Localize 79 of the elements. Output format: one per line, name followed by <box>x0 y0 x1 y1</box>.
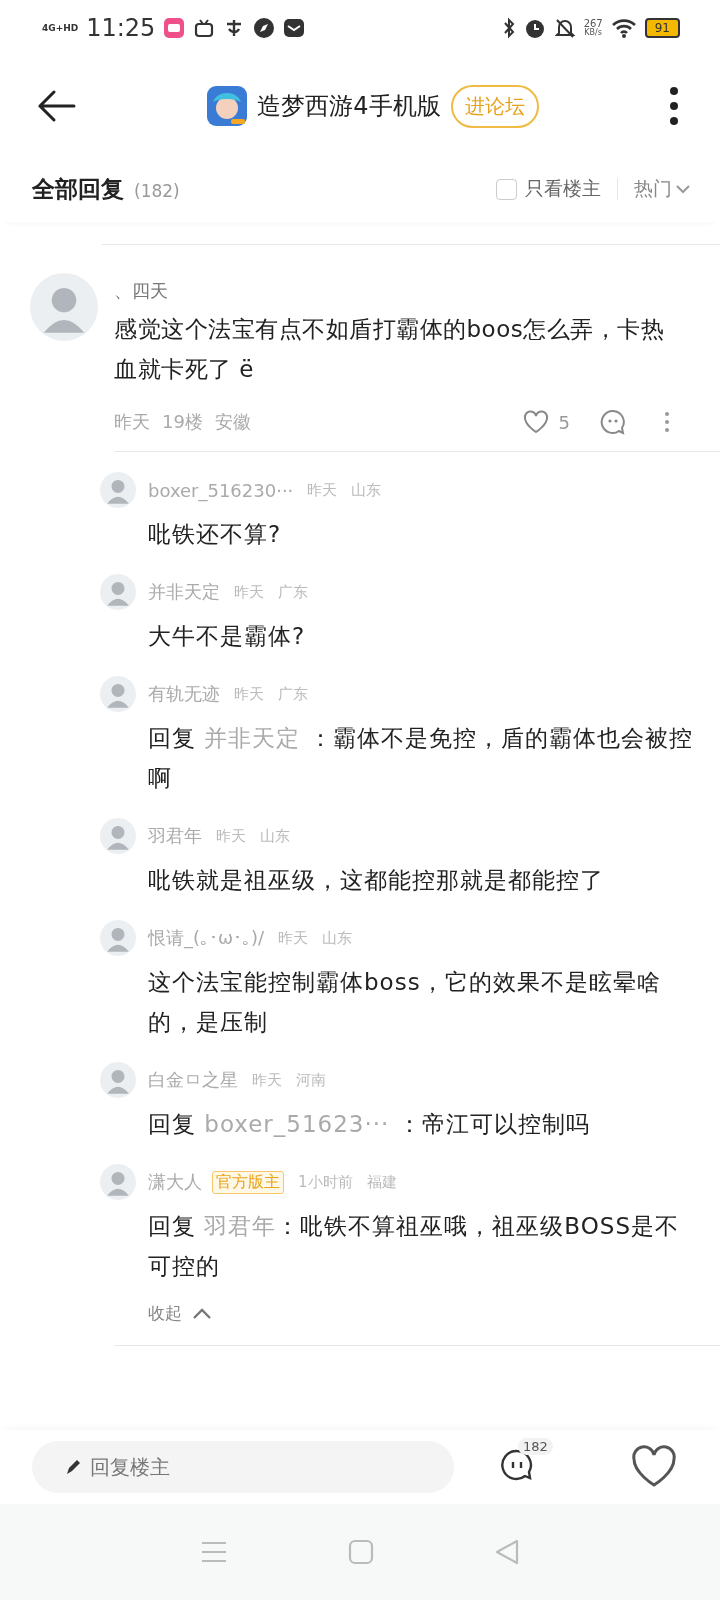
author-name[interactable]: 并非天定 <box>148 580 220 604</box>
author-name[interactable]: 、四天 <box>114 279 720 303</box>
avatar <box>100 1062 136 1098</box>
like-icon[interactable] <box>522 410 549 434</box>
menu-icon[interactable] <box>200 1540 228 1564</box>
floor-number: 19楼 <box>162 410 203 434</box>
location: 山东 <box>351 480 382 500</box>
avatar <box>100 920 136 956</box>
location: 广东 <box>278 684 308 704</box>
forum-title: 造梦西游4手机版 <box>257 91 441 122</box>
avatar <box>100 574 136 610</box>
reply-text: 吡铁就是祖巫级，这都能控那就是都能控了 <box>148 866 605 895</box>
avatar <box>100 1164 136 1200</box>
reply-time: 昨天 <box>278 928 309 948</box>
tv-icon <box>193 17 216 39</box>
alarm-icon <box>523 17 546 39</box>
comment-text: 感觉这个法宝有点不如盾打霸体的boos怎么弄，卡热血就卡死了 ë <box>114 315 666 384</box>
reply-text: 这个法宝能控制霸体boss，它的效果不是眩晕啥的，是压制 <box>148 968 662 1037</box>
avatar <box>100 818 136 854</box>
author-name[interactable]: 有轨无迹 <box>148 682 220 706</box>
author-name[interactable]: 羽君年 <box>148 824 202 848</box>
network-indicator: 4G+HD <box>42 22 79 34</box>
section-title: 全部回复 <box>32 174 124 204</box>
game-logo-icon <box>207 86 248 126</box>
post-time: 昨天 <box>114 410 150 434</box>
location: 河南 <box>296 1070 326 1090</box>
more-options-icon[interactable] <box>664 411 670 433</box>
status-time: 11:25 <box>86 14 156 42</box>
mentioned-user[interactable]: boxer_51623··· <box>204 1111 390 1137</box>
author-name[interactable]: 恨请_(｡･ω･｡)/ <box>148 926 265 950</box>
comment-count-badge: 182 <box>518 1438 553 1455</box>
location: 广东 <box>278 582 308 602</box>
reply-text: 回复 羽君年：吡铁不算祖巫哦，祖巫级BOSS是不可控的 <box>148 1212 680 1281</box>
more-icon[interactable] <box>668 86 680 126</box>
location: 安徽 <box>214 410 251 434</box>
pencil-icon <box>64 1458 80 1476</box>
checkbox[interactable] <box>496 178 517 200</box>
battery-level: 91 <box>644 18 680 38</box>
author-name[interactable]: 白金ㅁ之星 <box>148 1068 238 1092</box>
reply-input-field[interactable]: 回复楼主 <box>32 1441 454 1493</box>
author-name[interactable]: 潇大人 <box>148 1170 202 1194</box>
collapse-link[interactable]: 收起 <box>148 1302 720 1325</box>
chevron-down-icon <box>676 184 690 194</box>
speed-unit: KB/s <box>584 29 602 37</box>
reply-count: (182) <box>134 180 180 201</box>
reply-time: 昨天 <box>234 684 264 704</box>
reply-text: 回复 并非天定 ：霸体不是免控，盾的霸体也会被控啊 <box>148 724 694 793</box>
mute-icon <box>553 17 576 39</box>
mentioned-user[interactable]: 并非天定 <box>204 725 301 751</box>
home-icon[interactable] <box>348 1539 374 1565</box>
reply-text: 大牛不是霸体? <box>148 622 307 651</box>
avatar <box>100 472 136 508</box>
sort-dropdown[interactable]: 热门 <box>634 176 690 202</box>
location: 山东 <box>322 928 353 948</box>
reply-time: 昨天 <box>216 826 246 846</box>
like-count: 5 <box>558 411 570 433</box>
reply-time: 昨天 <box>307 480 338 500</box>
avatar <box>100 676 136 712</box>
reply-text: 吡铁还不算? <box>148 520 283 549</box>
moderator-badge: 官方版主 <box>212 1170 284 1194</box>
reply-time: 昨天 <box>252 1070 282 1090</box>
app-notification-icon <box>163 17 186 39</box>
bluetooth-icon <box>501 17 516 39</box>
like-icon[interactable] <box>630 1445 678 1489</box>
network-speed: 267 <box>583 19 603 29</box>
chevron-up-icon <box>192 1307 212 1320</box>
mentioned-user[interactable]: 羽君年 <box>204 1213 277 1239</box>
reply-time: 1小时前 <box>298 1172 353 1192</box>
avatar <box>30 273 98 341</box>
wifi-icon <box>610 17 637 39</box>
mail-icon <box>283 17 306 39</box>
enter-forum-button[interactable]: 进论坛 <box>450 84 539 128</box>
location: 福建 <box>366 1172 397 1192</box>
compass-icon <box>253 17 276 39</box>
reply-text: 回复 boxer_51623··· ：帝江可以控制吗 <box>148 1110 591 1139</box>
author-name[interactable]: boxer_516230··· <box>148 479 294 501</box>
reply-time: 昨天 <box>234 582 264 602</box>
owner-only-label[interactable]: 只看楼主 <box>525 176 601 202</box>
location: 山东 <box>260 826 290 846</box>
